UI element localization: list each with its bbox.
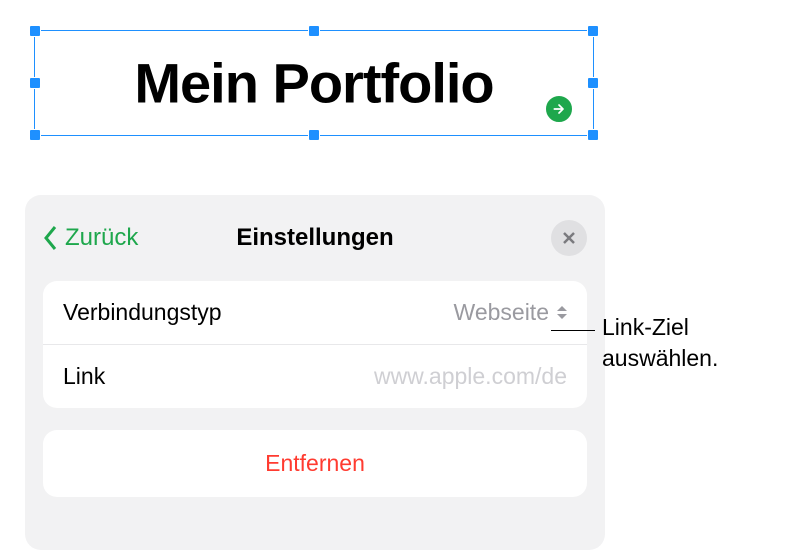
callout-text: Link-Ziel auswählen.	[602, 312, 718, 374]
link-indicator-icon[interactable]	[543, 93, 575, 125]
remove-button[interactable]: Entfernen	[43, 430, 587, 497]
resize-handle-ml[interactable]	[29, 77, 41, 89]
link-url-row[interactable]: Link www.apple.com/de	[43, 344, 587, 408]
selected-text-frame[interactable]: Mein Portfolio	[34, 30, 594, 136]
settings-group: Verbindungstyp Webseite Link www.apple.c…	[43, 281, 587, 408]
panel-title: Einstellungen	[236, 224, 393, 252]
callout-line-1: Link-Ziel	[602, 312, 718, 343]
resize-handle-br[interactable]	[587, 129, 599, 141]
resize-handle-mr[interactable]	[587, 77, 599, 89]
link-url-label: Link	[63, 363, 105, 390]
resize-handle-tr[interactable]	[587, 25, 599, 37]
callout-leader-line	[551, 330, 595, 331]
back-button[interactable]: Zurück	[43, 224, 138, 252]
up-down-chevron-icon	[557, 306, 567, 319]
back-label: Zurück	[65, 224, 138, 252]
resize-handle-bl[interactable]	[29, 129, 41, 141]
resize-handle-tc[interactable]	[308, 25, 320, 37]
resize-handle-bc[interactable]	[308, 129, 320, 141]
close-button[interactable]	[551, 220, 587, 256]
link-type-row[interactable]: Verbindungstyp Webseite	[43, 281, 587, 344]
link-type-label: Verbindungstyp	[63, 299, 222, 326]
title-text[interactable]: Mein Portfolio	[35, 51, 593, 116]
close-icon	[562, 231, 576, 245]
chevron-left-icon	[43, 225, 59, 251]
resize-handle-tl[interactable]	[29, 25, 41, 37]
link-settings-panel: Zurück Einstellungen Verbindungstyp Webs…	[25, 195, 605, 550]
link-type-value: Webseite	[454, 299, 549, 326]
callout-line-2: auswählen.	[602, 343, 718, 374]
link-url-value[interactable]: www.apple.com/de	[374, 363, 567, 390]
